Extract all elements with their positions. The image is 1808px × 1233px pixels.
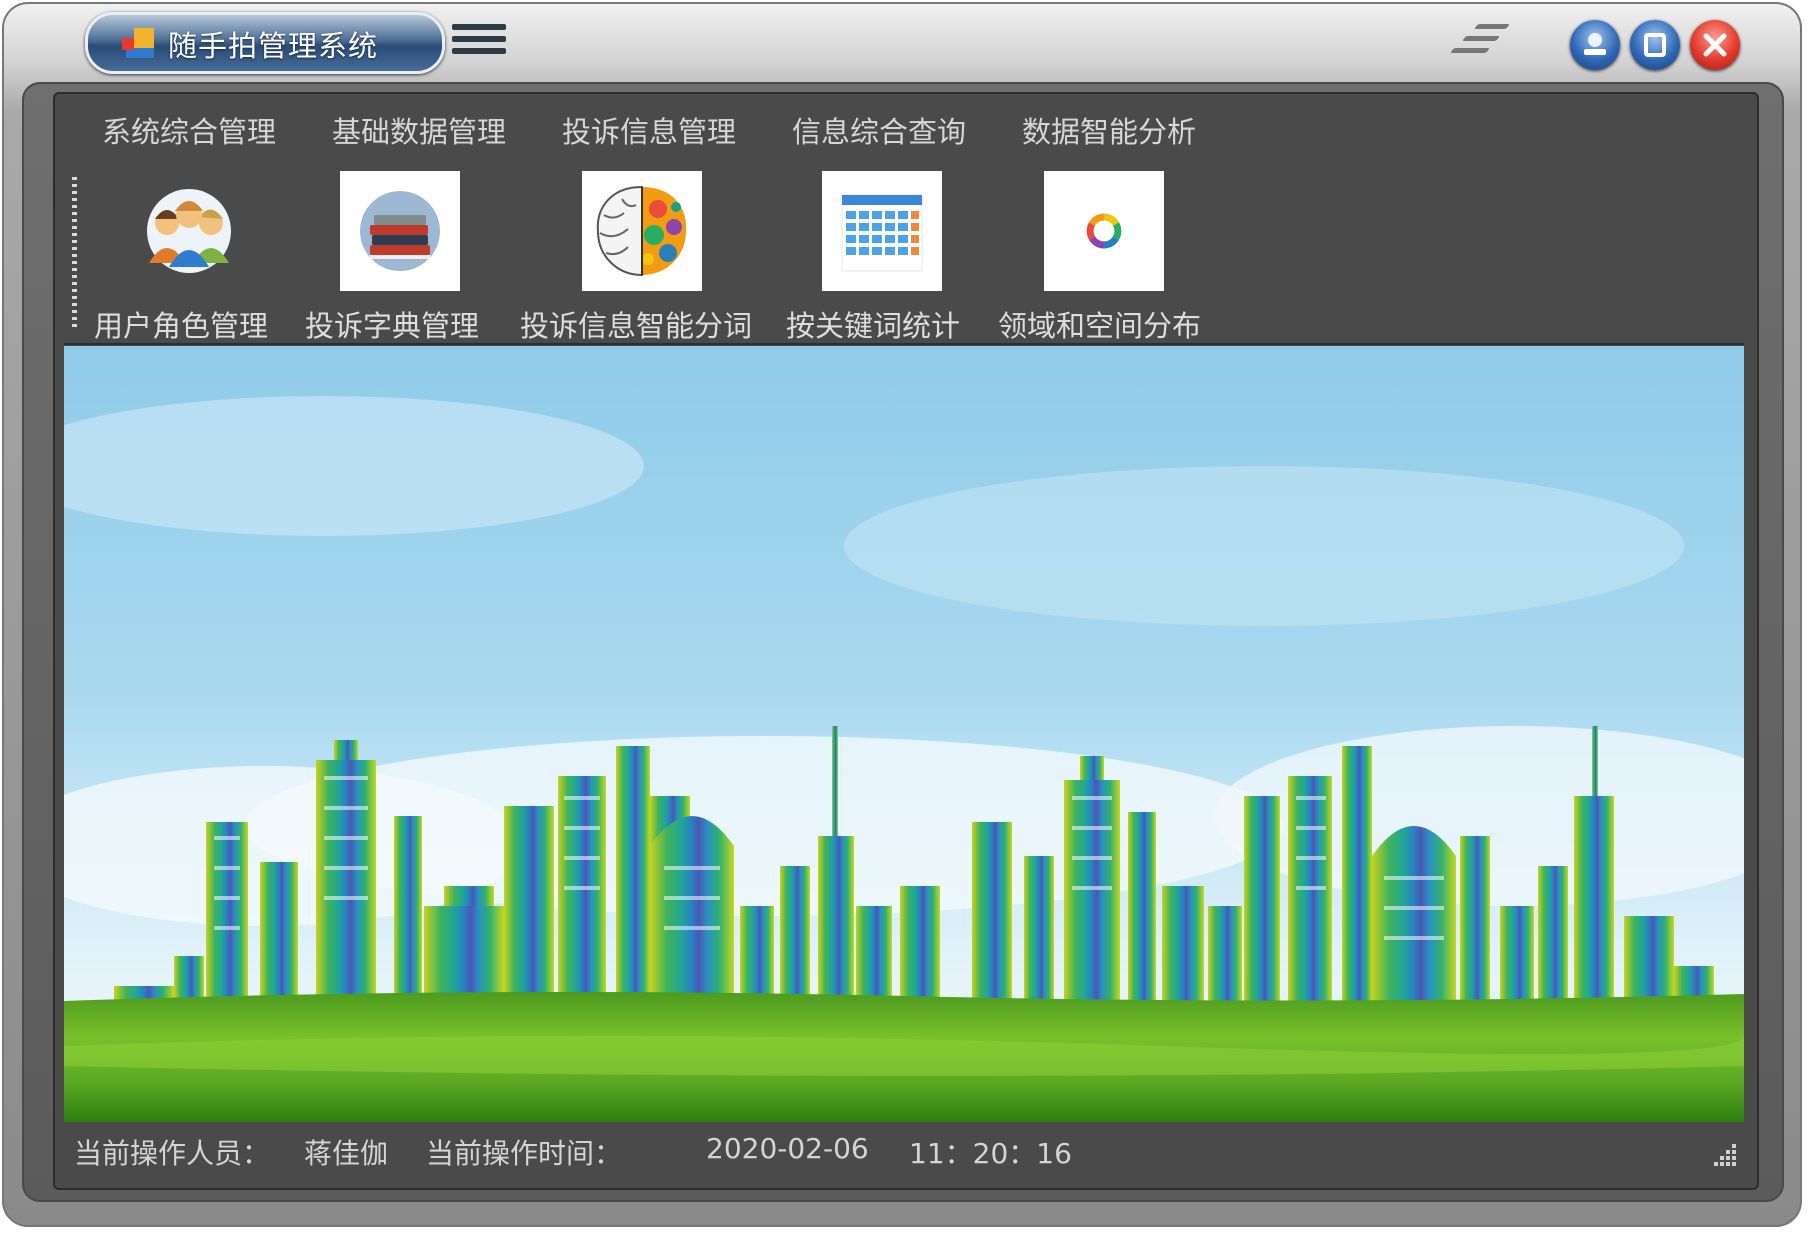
menu-data-analysis[interactable]: 数据智能分析 bbox=[1022, 108, 1196, 156]
tool-label: 用户角色管理 bbox=[94, 309, 269, 343]
brain-icon bbox=[582, 171, 702, 291]
current-date: 2020-02-06 bbox=[706, 1132, 869, 1165]
tool-label: 投诉字典管理 bbox=[305, 309, 480, 343]
menu-basic-data[interactable]: 基础数据管理 bbox=[332, 108, 506, 156]
tool-complaint-dictionary[interactable]: 投诉字典管理 bbox=[305, 171, 500, 343]
title-bar[interactable]: 随手拍管理系统 bbox=[2, 2, 1802, 92]
color-ring-icon bbox=[1044, 171, 1164, 291]
users-group-icon bbox=[129, 171, 249, 291]
tool-label: 领域和空间分布 bbox=[998, 309, 1202, 343]
current-time: 11：20：16 bbox=[909, 1137, 1072, 1170]
maximize-button[interactable] bbox=[1630, 20, 1680, 70]
resize-grip-icon[interactable] bbox=[1712, 1140, 1738, 1166]
close-icon bbox=[1690, 20, 1740, 70]
close-button[interactable] bbox=[1690, 20, 1740, 70]
minimize-icon bbox=[1570, 20, 1620, 70]
title-pill: 随手拍管理系统 bbox=[85, 12, 445, 74]
minimize-button[interactable] bbox=[1570, 20, 1620, 70]
restore-icon bbox=[1630, 20, 1680, 70]
tool-domain-spatial-distribution[interactable]: 领域和空间分布 bbox=[998, 171, 1208, 343]
status-bar: 当前操作人员： 蒋佳伽 当前操作时间： 2020-02-06 11：20：16 bbox=[64, 1122, 1744, 1180]
menu-bar: 系统综合管理 基础数据管理 投诉信息管理 信息综合查询 数据智能分析 bbox=[62, 108, 1742, 156]
time-label: 当前操作时间： bbox=[426, 1137, 623, 1170]
decorative-stripes bbox=[1442, 24, 1512, 64]
window-title: 随手拍管理系统 bbox=[168, 29, 379, 63]
operator-label: 当前操作人员： bbox=[74, 1137, 271, 1170]
tool-keyword-statistics[interactable]: 按关键词统计 bbox=[786, 171, 976, 343]
toolbar-grip[interactable] bbox=[72, 177, 77, 327]
city-skyline-image bbox=[64, 346, 1744, 1122]
tool-smart-segmentation[interactable]: 投诉信息智能分词 bbox=[520, 171, 770, 343]
tool-label: 按关键词统计 bbox=[786, 309, 961, 343]
menu-system-management[interactable]: 系统综合管理 bbox=[102, 108, 276, 156]
tool-user-role-management[interactable]: 用户角色管理 bbox=[94, 171, 284, 343]
toolbar: 用户角色管理 投诉字典管理 投诉信息智能分词 按关键词统计 领域和空间分布 bbox=[64, 163, 1744, 345]
tool-label: 投诉信息智能分词 bbox=[520, 309, 753, 343]
operator-name: 蒋佳伽 bbox=[304, 1137, 389, 1170]
menu-info-query[interactable]: 信息综合查询 bbox=[792, 108, 966, 156]
app-logo-icon bbox=[122, 28, 156, 58]
calendar-icon bbox=[822, 171, 942, 291]
hamburger-menu-icon[interactable] bbox=[452, 24, 506, 60]
books-stack-icon bbox=[340, 171, 460, 291]
menu-complaint-info[interactable]: 投诉信息管理 bbox=[562, 108, 736, 156]
